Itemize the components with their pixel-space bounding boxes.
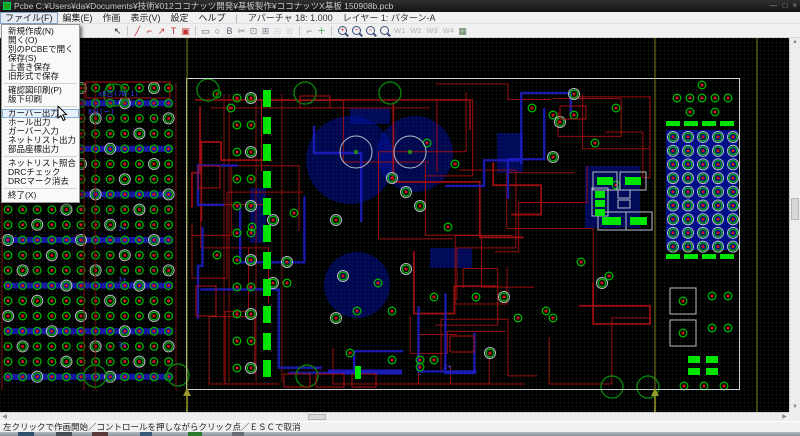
tool-pad-icon[interactable]: ▣ [180,25,191,37]
tool-grid-icon[interactable]: ▦ [457,25,468,37]
menu-separator [4,188,77,189]
file-drc-mark-clear[interactable]: DRCマーク消去 [2,177,79,186]
file-save-old-format[interactable]: 旧形式で保存 [2,72,79,81]
tool-w1-button[interactable]: W1 [394,26,405,35]
tool-undo-icon[interactable]: ⊟ [272,25,283,37]
tool-redo-icon[interactable]: ⊠ [284,25,295,37]
taskbar-item[interactable] [188,432,202,436]
scroll-down-icon[interactable]: ▼ [790,403,800,412]
svg-text:3+: 3+ [118,341,126,349]
scroll-up-icon[interactable]: ▲ [790,38,800,47]
menubar: ファイル(F)編集(E)作画表示(V)設定ヘルプ|アパーチャ 18: 1.000… [0,12,800,24]
tool-zoom-in-icon[interactable]: + [338,26,347,35]
status-message: 左クリックで作画開始／コントロールを押しながらクリック点／ＥＳＣで取消 [3,422,301,432]
tool-w3-button[interactable]: W3 [427,26,438,35]
menu-separator [4,156,77,157]
menu-draw[interactable]: 作画 [98,12,126,24]
svg-text:8日(ー): 8日(ー) [88,108,115,116]
svg-text:3+: 3+ [118,276,126,284]
menu-settings[interactable]: 設定 [166,12,194,24]
menu-help[interactable]: ヘルプ [194,12,231,24]
tool-fill-icon[interactable]: B [224,25,235,37]
toolbar-separator [127,26,128,36]
svg-text:2+: 2+ [443,363,451,371]
minimize-button[interactable]: — [769,0,777,12]
menu-edit[interactable]: 編集(E) [58,12,98,24]
tool-w4-button[interactable]: W4 [443,26,454,35]
tool-zoom-area-icon[interactable]: ▫ [366,26,375,35]
taskbar-item[interactable] [92,432,108,436]
menu-view[interactable]: 表示(V) [126,12,166,24]
app-icon [3,2,11,10]
file-exit[interactable]: 終了(X) [2,191,79,200]
tool-circle-icon[interactable]: ○ [212,25,223,37]
tool-rect-select-icon[interactable]: ▭ [200,25,211,37]
close-button[interactable]: × [792,0,797,12]
tool-text-icon[interactable]: T [168,25,179,37]
toolbar-separator [195,26,196,36]
horizontal-scrollbar[interactable]: ◀ ▶ [0,412,789,421]
tool-zoom-out-icon[interactable]: − [352,26,361,35]
toolbar-separator [299,26,300,36]
file-part-coords-output[interactable]: 部品座標出力 [2,145,79,154]
menubar-divider: | [231,13,243,23]
horizontal-scroll-thumb[interactable] [308,414,326,420]
tool-paste-icon[interactable]: ⊞ [260,25,271,37]
tool-zoom-fit-icon[interactable] [380,26,389,35]
tool-cut-icon[interactable]: ✂ [236,25,247,37]
tool-arrow-icon[interactable]: ↗ [156,25,167,37]
menu-separator [4,106,77,107]
taskbar-item[interactable] [140,432,152,436]
tool-polyline-icon[interactable]: ⌐ [144,25,155,37]
taskbar-item[interactable] [56,432,72,436]
vertical-scrollbar[interactable]: ▲ ▼ [789,38,800,412]
tool-bend-icon[interactable]: ⌐ [304,25,315,37]
pcb-canvas[interactable]: x8日(7B-1) 8日(ー) 2+ 3+ 3+ 2+ [0,38,789,412]
layer-status: レイヤー 1: パターン-A [338,11,441,24]
file-menu-popup: 新規作成(N)開く(O)別のPCBEで開く保存(S)上書き保存旧形式で保存確認図… [1,24,80,203]
maximize-button[interactable]: □ [782,0,787,12]
menu-file[interactable]: ファイル(F) [0,12,58,24]
svg-text:2+: 2+ [118,225,126,233]
statusbar: 左クリックで作画開始／コントロールを押しながらクリック点／ＥＳＣで取消 [0,421,800,432]
file-print-artwork[interactable]: 版下印刷 [2,95,79,104]
windows-taskbar[interactable] [0,432,800,436]
toolbar: ↖╱⌐↗T▣▭○B✂⊡⊞⊟⊠⌐＋+−▫W1W2W3W4▦ [0,24,800,38]
pcbe-window: Pcbe C:¥Users¥da¥Documents¥技術¥012ココナッツ開発… [0,0,800,436]
taskbar-item[interactable] [18,432,34,436]
scroll-right-icon[interactable]: ▶ [780,413,789,421]
toolbar-separator [331,26,332,36]
tool-copy-icon[interactable]: ⊡ [248,25,259,37]
vertical-scroll-thumb[interactable] [791,198,799,220]
tool-move-cross-icon[interactable]: ＋ [316,25,327,37]
menu-separator [4,83,77,84]
tool-w2-button[interactable]: W2 [410,26,421,35]
svg-text:x8日(7B-1): x8日(7B-1) [98,90,139,98]
tool-pointer-icon[interactable]: ↖ [112,25,123,37]
tool-line-icon[interactable]: ╱ [132,25,143,37]
taskbar-item[interactable] [232,432,244,436]
canvas-area: x8日(7B-1) 8日(ー) 2+ 3+ 3+ 2+ ▲ ▼ ◀ ▶ [0,38,800,421]
scroll-left-icon[interactable]: ◀ [0,413,9,421]
scrollbar-corner [789,412,800,421]
aperture-status: アパーチャ 18: 1.000 [243,11,338,24]
